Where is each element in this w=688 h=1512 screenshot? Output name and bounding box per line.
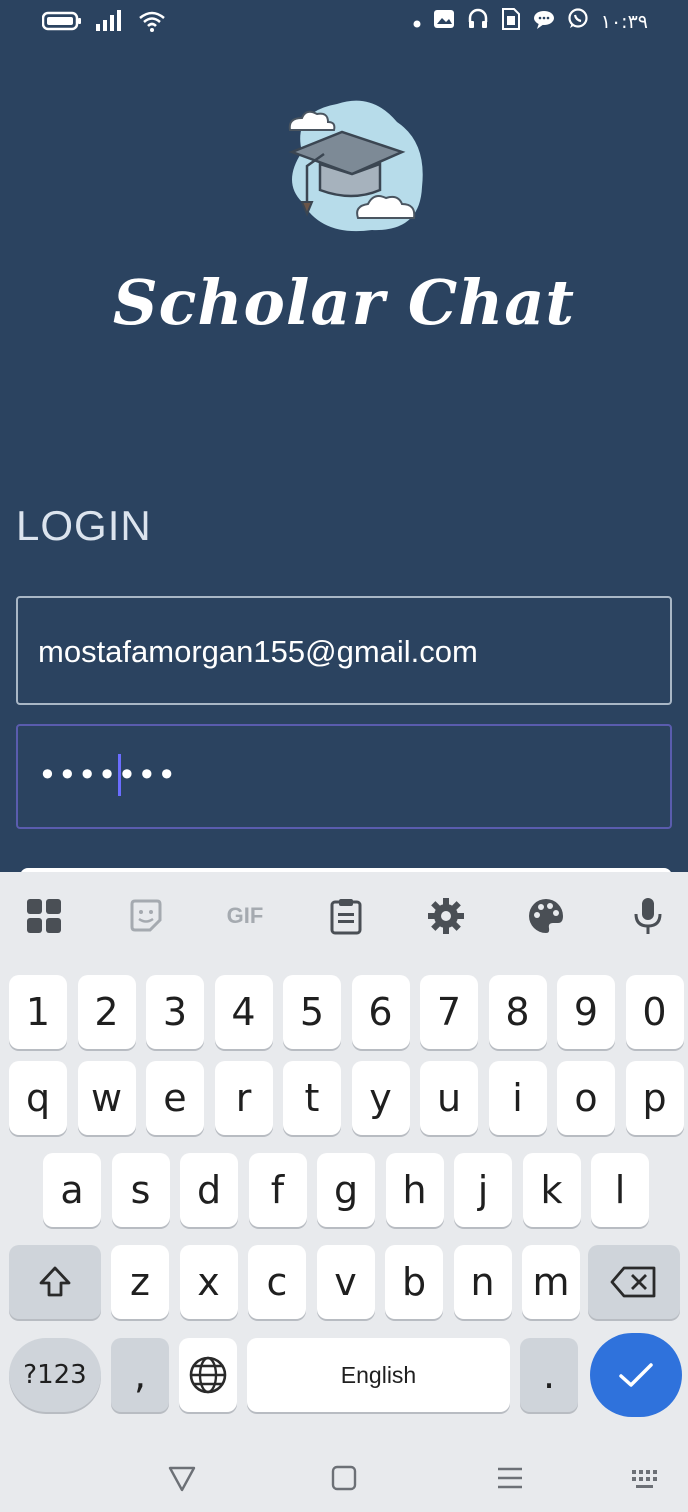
apps-grid-icon[interactable]	[20, 892, 68, 940]
key-d[interactable]: d	[180, 1153, 238, 1227]
sim-icon	[501, 8, 521, 35]
key-r[interactable]: r	[214, 1061, 273, 1135]
chat-bubble-icon	[533, 8, 555, 35]
email-value: mostafamorgan155@gmail.com	[38, 634, 478, 669]
globe-icon	[189, 1356, 227, 1394]
comma-key[interactable]: ,	[111, 1338, 169, 1412]
gif-icon[interactable]: GIF	[221, 892, 269, 940]
key-f[interactable]: f	[248, 1153, 307, 1227]
battery-icon	[41, 10, 82, 37]
key-b[interactable]: b	[385, 1245, 443, 1319]
shift-key[interactable]	[9, 1245, 101, 1319]
password-field[interactable]: •••••••	[16, 724, 672, 829]
period-key[interactable]: .	[520, 1338, 578, 1412]
gallery-icon	[433, 8, 455, 35]
key-t[interactable]: t	[283, 1061, 341, 1135]
key-z[interactable]: z	[111, 1245, 169, 1319]
wifi-icon	[138, 10, 166, 37]
login-heading: LOGIN	[16, 502, 152, 549]
settings-gear-icon[interactable]	[422, 892, 470, 940]
backspace-key[interactable]	[588, 1245, 680, 1319]
recents-lines-icon[interactable]	[490, 1458, 530, 1498]
key-h[interactable]: h	[385, 1153, 444, 1227]
dot-icon	[413, 11, 421, 33]
key-c[interactable]: c	[248, 1245, 306, 1319]
key-7[interactable]: 7	[420, 975, 478, 1049]
key-j[interactable]: j	[454, 1153, 512, 1227]
navigation-bar	[0, 1440, 688, 1512]
key-w[interactable]: w	[77, 1061, 136, 1135]
app-logo	[262, 92, 432, 242]
status-bar: ١٠:٣٩	[0, 0, 688, 46]
key-o[interactable]: o	[557, 1061, 615, 1135]
signal-icon	[96, 10, 124, 37]
key-q[interactable]: q	[9, 1061, 67, 1135]
key-x[interactable]: x	[179, 1245, 238, 1319]
key-i[interactable]: i	[488, 1061, 547, 1135]
home-square-icon[interactable]	[324, 1458, 364, 1498]
graduation-cap-icon	[288, 100, 423, 232]
app-title: Scholar Chat	[112, 266, 576, 339]
keyboard-toolbar: GIF	[0, 872, 688, 960]
space-key[interactable]: English	[247, 1338, 510, 1412]
key-5[interactable]: 5	[283, 975, 341, 1049]
key-8[interactable]: 8	[488, 975, 547, 1049]
back-triangle-icon[interactable]	[162, 1458, 202, 1498]
key-2[interactable]: 2	[77, 975, 136, 1049]
password-value: •••••••	[38, 756, 178, 794]
check-icon	[619, 1363, 653, 1387]
enter-key[interactable]	[590, 1333, 682, 1417]
key-n[interactable]: n	[453, 1245, 512, 1319]
key-l[interactable]: l	[591, 1153, 649, 1227]
keyboard-switch-icon[interactable]	[626, 1458, 666, 1498]
whatsapp-icon	[567, 8, 589, 35]
backspace-icon	[610, 1266, 656, 1298]
symbols-key[interactable]: ?123	[9, 1338, 101, 1412]
key-9[interactable]: 9	[557, 975, 615, 1049]
text-caret	[118, 754, 121, 796]
globe-key[interactable]	[179, 1338, 237, 1412]
key-6[interactable]: 6	[351, 975, 410, 1049]
key-e[interactable]: e	[146, 1061, 204, 1135]
headphones-icon	[467, 8, 489, 35]
key-k[interactable]: k	[522, 1153, 581, 1227]
key-g[interactable]: g	[317, 1153, 375, 1227]
key-u[interactable]: u	[420, 1061, 478, 1135]
key-1[interactable]: 1	[9, 975, 67, 1049]
email-field[interactable]: mostafamorgan155@gmail.com	[16, 596, 672, 705]
sticker-icon[interactable]	[122, 892, 170, 940]
key-0[interactable]: 0	[625, 975, 684, 1049]
palette-icon[interactable]	[522, 892, 570, 940]
key-s[interactable]: s	[111, 1153, 170, 1227]
key-p[interactable]: p	[625, 1061, 684, 1135]
on-screen-keyboard: GIF 1234567890 qwertyuiop asdfghjkl zxcv…	[0, 872, 688, 1512]
key-4[interactable]: 4	[214, 975, 273, 1049]
key-v[interactable]: v	[316, 1245, 375, 1319]
key-a[interactable]: a	[43, 1153, 101, 1227]
key-3[interactable]: 3	[146, 975, 204, 1049]
key-m[interactable]: m	[522, 1245, 580, 1319]
clipboard-icon[interactable]	[322, 892, 370, 940]
key-y[interactable]: y	[351, 1061, 410, 1135]
microphone-icon[interactable]	[624, 892, 672, 940]
shift-icon	[39, 1266, 71, 1297]
status-time: ١٠:٣٩	[600, 10, 648, 33]
